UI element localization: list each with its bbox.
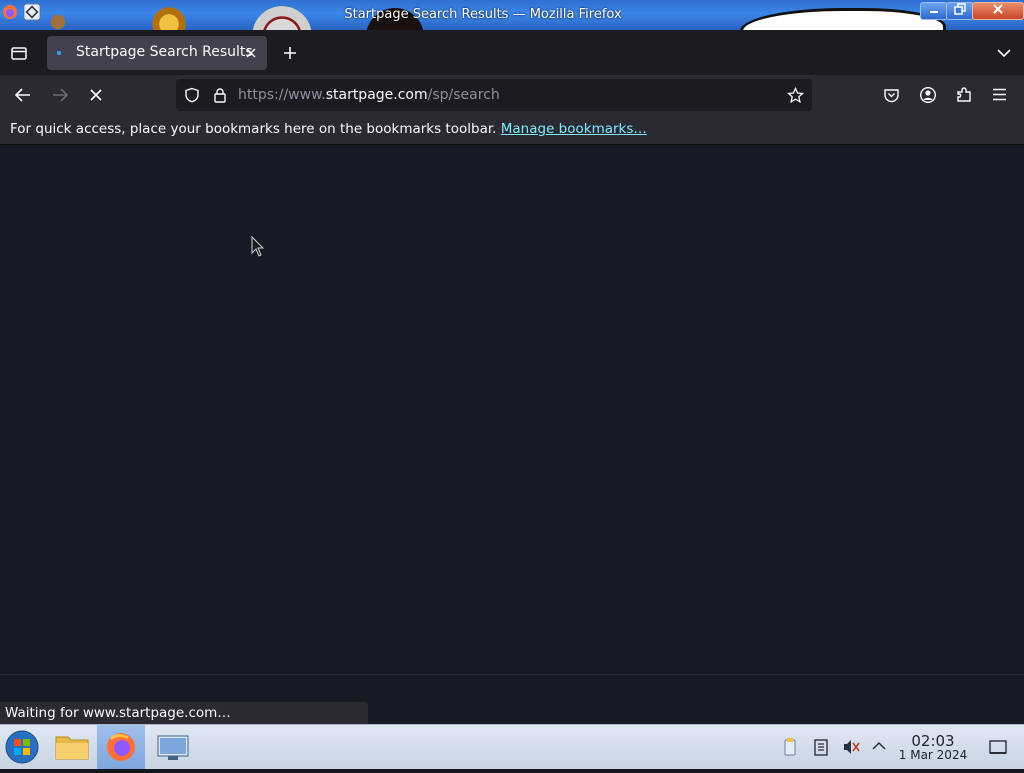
tracking-protection-shield-icon[interactable] — [184, 87, 200, 103]
start-menu-button[interactable] — [0, 725, 48, 769]
start-orb-icon — [5, 730, 39, 764]
taskbar: 02:03 1 Mar 2024 — [0, 724, 1024, 769]
tab-strip: Startpage Search Results — [0, 30, 1024, 75]
folder-icon — [55, 736, 89, 760]
restore-icon — [954, 3, 966, 15]
minimize-icon — [930, 11, 938, 13]
loading-throbber-icon — [57, 51, 61, 55]
window-titlebar[interactable]: Startpage Search Results — Mozilla Firef… — [0, 0, 1024, 30]
lock-icon[interactable] — [212, 87, 228, 103]
tab-label: Startpage Search Results — [76, 44, 253, 60]
tray-expand-icon[interactable] — [871, 739, 887, 753]
pocket-icon[interactable] — [883, 87, 900, 103]
clock-date[interactable]: 1 Mar 2024 — [894, 748, 972, 762]
url-prefix: https://www. — [238, 87, 326, 103]
volume-muted-icon[interactable] — [841, 737, 861, 757]
minimize-button[interactable] — [920, 2, 948, 20]
bookmark-star-icon[interactable] — [787, 87, 804, 104]
new-tab-icon[interactable] — [282, 45, 298, 61]
maximize-button[interactable] — [946, 2, 974, 20]
bookmarks-toolbar: For quick access, place your bookmarks h… — [0, 115, 1024, 145]
url-bar[interactable]: https://www.startpage.com/sp/search — [176, 79, 812, 111]
bookmarks-hint: For quick access, place your bookmarks h… — [10, 121, 497, 137]
file-manager-taskbar-button[interactable] — [48, 725, 96, 769]
tab-startpage[interactable]: Startpage Search Results — [47, 36, 267, 70]
account-icon[interactable] — [919, 86, 937, 104]
manage-bookmarks-link[interactable]: Manage bookmarks… — [501, 121, 647, 137]
firefox-taskbar-button[interactable] — [97, 725, 145, 769]
firefox-icon — [107, 733, 135, 761]
window-title: Startpage Search Results — Mozilla Firef… — [344, 7, 622, 22]
back-icon[interactable] — [14, 87, 32, 103]
firefox-view-icon[interactable] — [10, 44, 28, 62]
clipboard-manager-icon[interactable] — [780, 737, 800, 757]
url-path: /sp/search — [427, 87, 500, 103]
mouse-cursor-icon — [251, 236, 265, 257]
extensions-icon[interactable] — [955, 86, 973, 104]
close-window-button[interactable] — [972, 2, 1024, 20]
remote-desktop-taskbar-button[interactable] — [149, 725, 197, 769]
list-all-tabs-icon[interactable] — [996, 46, 1012, 60]
status-bar: Waiting for www.startpage.com… — [0, 702, 368, 724]
forward-icon[interactable] — [51, 87, 69, 103]
url-text[interactable]: https://www.startpage.com/sp/search — [238, 87, 500, 103]
bookmarks-empty-message: For quick access, place your bookmarks h… — [10, 121, 647, 137]
navigation-toolbar: https://www.startpage.com/sp/search — [0, 75, 1024, 115]
tab-close-icon[interactable] — [245, 47, 257, 59]
stop-loading-icon[interactable] — [89, 88, 103, 102]
hamburger-menu-icon[interactable] — [991, 87, 1008, 102]
close-icon — [993, 4, 1003, 14]
remote-desktop-icon — [157, 735, 189, 760]
page-content[interactable] — [0, 145, 1024, 674]
url-host: startpage.com — [325, 87, 428, 103]
notes-icon[interactable] — [811, 737, 831, 757]
show-desktop-icon[interactable] — [988, 737, 1008, 757]
